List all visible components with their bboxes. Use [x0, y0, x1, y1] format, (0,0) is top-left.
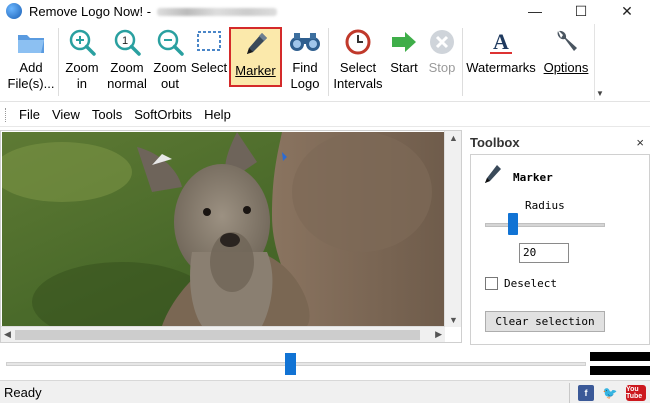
select-label: Select [190, 60, 228, 75]
zoom-normal-button[interactable]: 1 Zoom normal [104, 26, 150, 100]
menu-help[interactable]: Help [204, 107, 231, 122]
ribbon-toolbar: Add File(s)... Zoom in 1 Zoom normal Zoo… [0, 22, 650, 102]
menu-bar: File View Tools SoftOrbits Help [0, 103, 650, 127]
chevron-down-icon: ▼ [596, 89, 604, 98]
blurred-title-suffix [157, 8, 278, 17]
deselect-label: Deselect [504, 277, 557, 290]
window-title-text: Remove Logo Now! - [29, 3, 152, 19]
zoom-out-icon [154, 26, 186, 58]
ribbon-overflow-button[interactable]: ▼ [594, 24, 606, 100]
zoom-out-label: Zoom out [153, 60, 187, 91]
svg-text:A: A [493, 29, 509, 54]
window-controls: — ☐ ✕ [512, 0, 650, 22]
kangaroo-image [2, 132, 444, 326]
add-files-label: Add File(s)... [7, 60, 55, 91]
timeline-track[interactable] [6, 362, 586, 366]
watermark-icon: A [485, 26, 517, 58]
kangaroo-photo[interactable] [2, 132, 444, 326]
find-logo-label: Find Logo [290, 60, 320, 91]
vertical-scrollbar[interactable]: ▲ ▼ [444, 131, 461, 327]
deselect-option[interactable]: Deselect [485, 277, 557, 290]
scroll-up-icon[interactable]: ▲ [449, 133, 458, 143]
status-text: Ready [4, 384, 42, 400]
clear-selection-button[interactable]: Clear selection [485, 311, 605, 332]
start-label: Start [390, 60, 418, 75]
marker-label: Marker [235, 63, 276, 78]
add-files-button[interactable]: Add File(s)... [6, 26, 56, 100]
find-logo-button[interactable]: Find Logo [284, 26, 326, 100]
stop-button[interactable]: Stop [424, 26, 460, 100]
zoom-in-label: Zoom in [65, 60, 99, 91]
wrench-icon [550, 26, 582, 58]
facebook-icon[interactable]: f [578, 384, 594, 401]
horizontal-scrollbar[interactable]: ◀ ▶ [1, 326, 445, 342]
toolbox-title: Toolbox [470, 134, 520, 150]
marker-icon [483, 163, 503, 192]
status-bar: Ready f 🐦 You Tube [0, 380, 650, 403]
marker-icon [240, 29, 272, 61]
deselect-checkbox[interactable] [485, 277, 498, 290]
watermarks-button[interactable]: A Watermarks [464, 26, 538, 100]
radius-input[interactable]: 20 [519, 243, 569, 263]
title-bar: Remove Logo Now! - — ☐ ✕ [0, 0, 650, 22]
timeline-thumb[interactable] [284, 353, 296, 375]
radius-slider-thumb[interactable] [507, 213, 518, 235]
zoom-in-icon [66, 26, 98, 58]
zoom-normal-icon: 1 [111, 26, 143, 58]
start-arrow-icon [388, 26, 420, 58]
status-separator [569, 382, 570, 403]
options-button[interactable]: Options [540, 26, 592, 100]
tool-name: Marker [513, 171, 553, 184]
menu-tools[interactable]: Tools [92, 107, 122, 122]
radius-label: Radius [525, 199, 565, 212]
svg-text:1: 1 [122, 35, 128, 47]
watermarks-label: Watermarks [466, 60, 536, 75]
ribbon-separator [58, 28, 59, 96]
scroll-right-icon[interactable]: ▶ [435, 329, 442, 340]
timeline-black-bar [590, 366, 650, 375]
select-icon [193, 26, 225, 58]
stop-icon [426, 26, 458, 58]
menu-softorbits[interactable]: SoftOrbits [134, 107, 192, 122]
scroll-down-icon[interactable]: ▼ [449, 315, 458, 325]
image-canvas[interactable]: ▲ ▼ ◀ ▶ [0, 130, 462, 343]
social-links: f 🐦 You Tube [565, 381, 650, 403]
toolbox-header: Toolbox × [466, 130, 650, 154]
close-button[interactable]: ✕ [604, 0, 650, 22]
clock-icon [342, 26, 374, 58]
toolbox-body: Marker Radius 20 Deselect Clear selectio… [470, 154, 650, 345]
menu-view[interactable]: View [52, 107, 80, 122]
radius-slider-track[interactable] [485, 223, 605, 227]
zoom-out-button[interactable]: Zoom out [150, 26, 190, 100]
menu-grip[interactable] [5, 107, 7, 122]
folder-icon [15, 26, 47, 58]
select-intervals-button[interactable]: Select Intervals [332, 26, 384, 100]
ribbon-separator [462, 28, 463, 96]
zoom-in-button[interactable]: Zoom in [62, 26, 102, 100]
app-logo-icon [6, 3, 22, 19]
zoom-normal-label: Zoom normal [107, 60, 147, 91]
toolbox-panel: Toolbox × Marker Radius 20 Deselect Clea… [466, 130, 650, 345]
youtube-icon[interactable]: You Tube [626, 384, 646, 401]
maximize-button[interactable]: ☐ [558, 0, 604, 22]
options-label: Options [543, 60, 589, 75]
menu-file[interactable]: File [19, 107, 40, 122]
stop-label: Stop [428, 60, 456, 75]
minimize-button[interactable]: — [512, 0, 558, 22]
window-title: Remove Logo Now! - [29, 3, 278, 19]
marker-button[interactable]: Marker [229, 27, 282, 87]
ribbon-separator [328, 28, 329, 96]
tool-heading: Marker [483, 163, 553, 192]
select-button[interactable]: Select [190, 26, 228, 100]
select-intervals-label: Select Intervals [333, 60, 383, 91]
timeline-bar [0, 349, 650, 379]
binoculars-icon [289, 26, 321, 58]
scroll-left-icon[interactable]: ◀ [4, 329, 11, 340]
twitter-icon[interactable]: 🐦 [602, 385, 618, 401]
horizontal-scroll-thumb[interactable] [15, 330, 420, 340]
start-button[interactable]: Start [386, 26, 422, 100]
toolbox-close-button[interactable]: × [636, 135, 644, 150]
timeline-black-bar [590, 352, 650, 361]
